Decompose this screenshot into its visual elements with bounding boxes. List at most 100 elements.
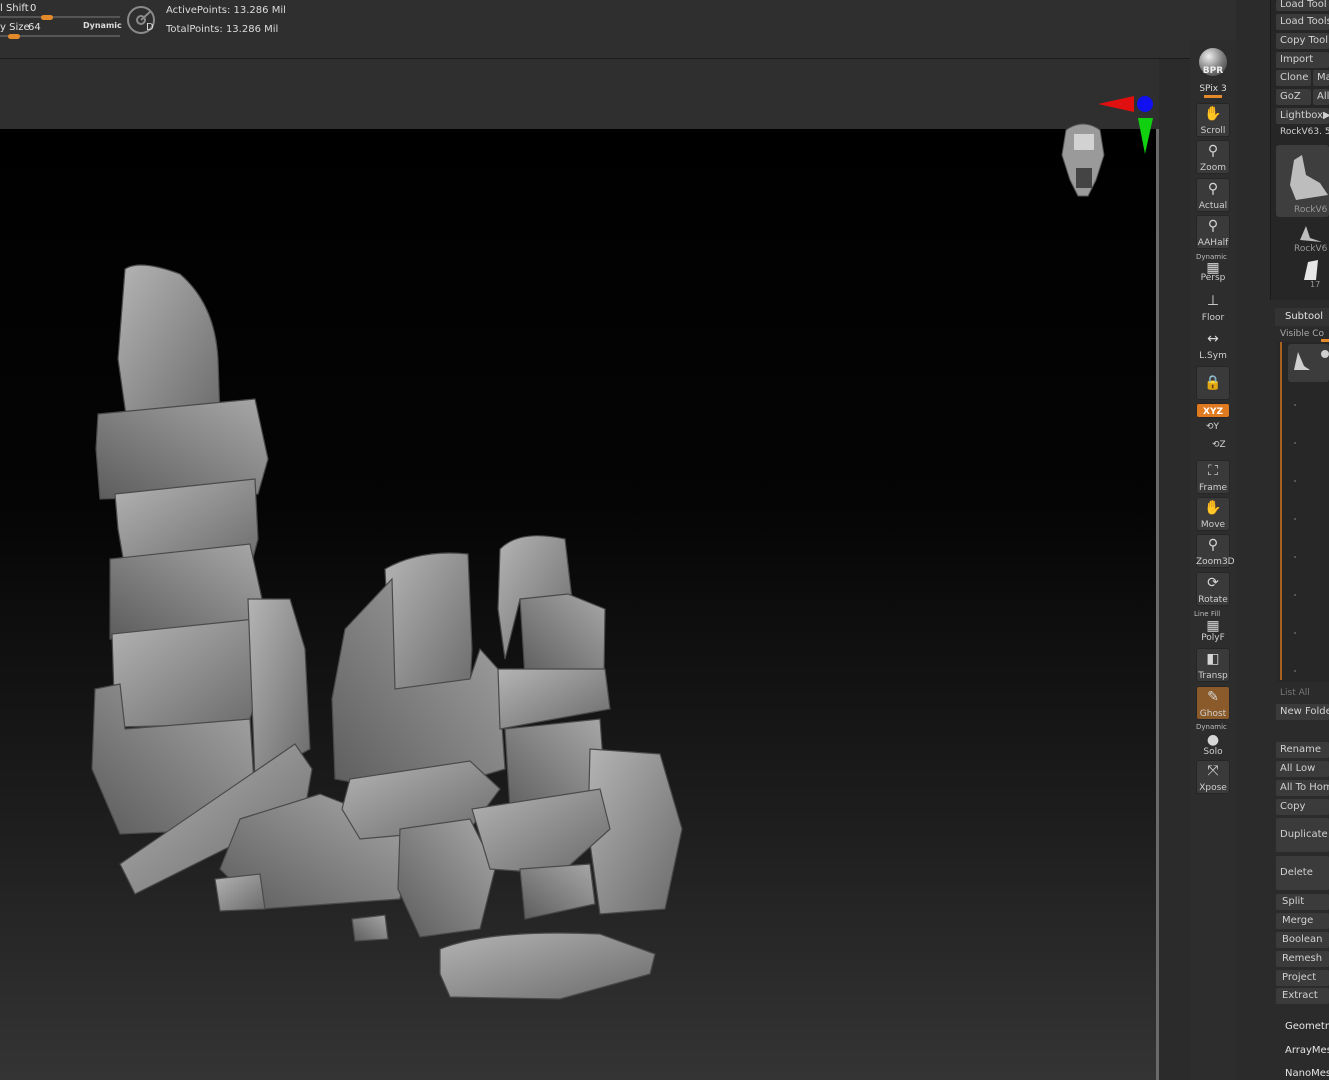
xyz-rotation-button[interactable]: XYZ — [1196, 403, 1230, 418]
boolean-button[interactable]: Boolean — [1276, 932, 1329, 948]
frame-button[interactable]: ⛶ Frame — [1196, 460, 1230, 494]
panel-gap — [1159, 59, 1190, 1080]
move-button[interactable]: ✋ Move — [1196, 497, 1230, 531]
merge-button[interactable]: Merge — [1276, 913, 1329, 929]
visible-count-slider[interactable]: Visible Co — [1280, 329, 1324, 339]
z-rotation-icon[interactable]: ⟲Z — [1212, 440, 1226, 450]
floor-icon: ⊥ — [1206, 293, 1220, 309]
zoom3d-label: Zoom3D — [1196, 557, 1235, 567]
split-button[interactable]: Split — [1276, 894, 1329, 910]
xpose-button[interactable]: ⤧ Xpose — [1196, 760, 1230, 794]
geometry-section[interactable]: Geometry — [1285, 1021, 1329, 1032]
rock-thumb-icon — [1290, 155, 1328, 200]
lock-button[interactable]: 🔒 — [1196, 366, 1230, 400]
subtool-scrollbar[interactable] — [1280, 342, 1282, 680]
tool-thumbnail-main[interactable]: RockV6 — [1276, 145, 1329, 217]
subtool-item-active[interactable] — [1288, 344, 1329, 382]
thumb-label: RockV6 — [1294, 244, 1328, 254]
lsym-label: L.Sym — [1199, 351, 1227, 361]
move-icon: ✋ — [1204, 500, 1222, 516]
copy-subtool-button[interactable]: Copy — [1276, 799, 1329, 815]
tool-thumbnail-3[interactable]: 17 — [1296, 258, 1329, 290]
load-tools-button[interactable]: Load Tools — [1276, 14, 1329, 30]
remesh-button[interactable]: Remesh — [1276, 951, 1329, 967]
xpose-label: Xpose — [1199, 783, 1227, 793]
dynamic-toggle[interactable]: Dynamic — [83, 21, 122, 30]
subtool-list[interactable] — [1277, 342, 1329, 682]
frame-label: Frame — [1198, 483, 1228, 493]
solo-button[interactable]: ● Solo — [1196, 724, 1230, 758]
all-button[interactable]: All — [1313, 89, 1329, 105]
clone-button[interactable]: Clone — [1276, 70, 1311, 86]
actual-label: Actual — [1198, 201, 1228, 211]
transp-button[interactable]: ◧ Transp — [1196, 648, 1230, 682]
subtool-header[interactable]: Subtool — [1275, 308, 1329, 326]
xpose-icon: ⤧ — [1207, 763, 1219, 779]
local-symmetry-icon: ↔ — [1207, 331, 1219, 347]
current-tool-name: RockV63. 5 — [1280, 127, 1329, 137]
polyf-button[interactable]: ▦ PolyF — [1196, 610, 1230, 644]
bpr-label: BPR — [1202, 66, 1224, 76]
aahalf-icon: ⚲ — [1207, 218, 1219, 234]
rock-thumb-icon — [1294, 350, 1329, 370]
spix-label[interactable]: SPix 3 — [1196, 84, 1230, 94]
rotate-label: Rotate — [1198, 595, 1228, 605]
copy-tool-button[interactable]: Copy Tool — [1276, 33, 1329, 49]
slider-track — [0, 16, 120, 18]
persp-label: Persp — [1200, 273, 1226, 283]
axis-gizmo-icon[interactable] — [1096, 92, 1160, 156]
rock-model — [91, 264, 683, 1000]
lightbox-button[interactable]: Lightbox▶ — [1276, 108, 1329, 124]
scroll-button[interactable]: ✋ Scroll — [1196, 103, 1230, 137]
actual-icon: ⚲ — [1207, 181, 1219, 197]
z-shift-value: 0 — [30, 3, 37, 14]
slider-knob[interactable] — [8, 34, 20, 39]
zoom-label: Zoom — [1200, 163, 1226, 173]
import-button[interactable]: Import — [1276, 52, 1329, 68]
zoom3d-button[interactable]: ⚲ Zoom3D — [1196, 534, 1235, 568]
actual-button[interactable]: ⚲ Actual — [1196, 178, 1230, 212]
zoom-button[interactable]: ⚲ Zoom — [1196, 140, 1230, 174]
new-folder-button[interactable]: New Folde — [1276, 704, 1329, 720]
rotate-button[interactable]: ⟳ Rotate — [1196, 572, 1230, 606]
total-points: TotalPoints: 13.286 Mil — [166, 24, 279, 35]
project-button[interactable]: Project — [1276, 970, 1329, 986]
floor-label: Floor — [1201, 313, 1225, 323]
lsym-button[interactable]: ↔ L.Sym — [1196, 328, 1230, 362]
ghost-label: Ghost — [1199, 709, 1227, 719]
spix-slider[interactable] — [1204, 95, 1222, 98]
make-polymesh-button[interactable]: Ma — [1313, 70, 1329, 86]
frame-icon: ⛶ — [1208, 463, 1218, 479]
list-all-button[interactable]: List All — [1280, 688, 1310, 698]
rename-button[interactable]: Rename — [1276, 742, 1329, 758]
zoom-icon: ⚲ — [1207, 143, 1219, 159]
duplicate-button[interactable]: Duplicate — [1276, 818, 1329, 852]
aahalf-button[interactable]: ⚲ AAHalf — [1196, 215, 1230, 249]
thumb-label: 17 — [1310, 280, 1321, 289]
all-to-home-button[interactable]: All To Hom — [1276, 780, 1329, 796]
y-rotation-icon[interactable]: ⟲Y — [1206, 422, 1219, 432]
z-intensity-slider[interactable]: l Shift 0 — [0, 2, 122, 20]
ghost-button[interactable]: ✎ Ghost — [1196, 686, 1230, 720]
draw-size-label: y Size — [0, 22, 30, 33]
persp-button[interactable]: ▦ Persp — [1196, 252, 1230, 284]
viewport-canvas[interactable] — [0, 129, 1156, 1080]
arraymesh-section[interactable]: ArrayMes — [1285, 1045, 1329, 1056]
goz-button[interactable]: GoZ — [1276, 89, 1311, 105]
all-low-button[interactable]: All Low — [1276, 761, 1329, 777]
delete-button[interactable]: Delete — [1276, 856, 1329, 890]
z-shift-label: l Shift — [0, 3, 29, 14]
nanomesh-section[interactable]: NanoMes — [1285, 1068, 1329, 1079]
slider-knob[interactable] — [41, 15, 53, 20]
tool-thumbnail-2[interactable]: RockV6 — [1290, 222, 1329, 256]
thumb-label: RockV6 — [1294, 205, 1328, 215]
top-toolbar: l Shift 0 y Size 64 Dynamic D ActivePoin… — [0, 0, 1329, 59]
rock-thumb-icon — [1300, 226, 1322, 242]
floor-button[interactable]: ⊥ Floor — [1196, 290, 1230, 324]
scroll-label: Scroll — [1200, 126, 1226, 136]
aahalf-label: AAHalf — [1197, 238, 1229, 248]
rotate-icon: ⟳ — [1207, 575, 1219, 591]
extract-button[interactable]: Extract — [1276, 988, 1329, 1004]
load-tool-button[interactable]: Load Tool — [1276, 0, 1329, 11]
dial-label: D — [146, 22, 154, 33]
